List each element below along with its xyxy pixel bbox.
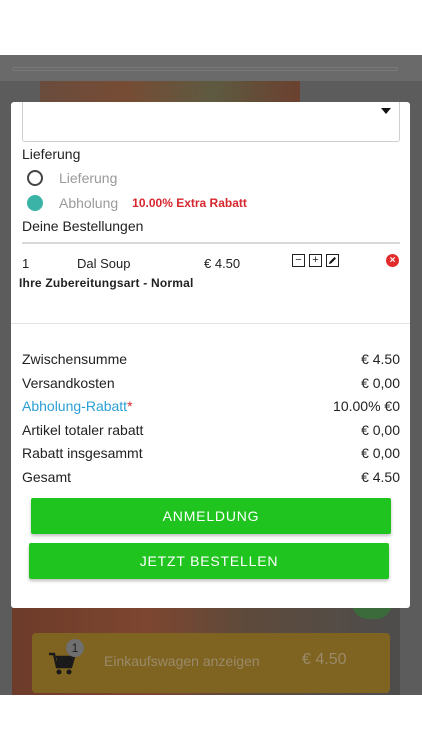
radio-option-abholung[interactable]: Abholung 10.00% Extra Rabatt — [27, 193, 247, 213]
radio-label-abholung: Abholung — [59, 195, 119, 211]
summary-row-pickup-discount: Abholung-Rabatt* 10.00% €0 — [22, 398, 400, 416]
summary-row-total: Gesamt € 4.50 — [22, 469, 400, 487]
edit-pencil-icon[interactable] — [326, 254, 339, 267]
summary-label: Zwischensumme — [22, 351, 128, 367]
order-item: 1 Dal Soup € 4.50 − + × — [22, 254, 400, 272]
caret-down-icon — [381, 108, 391, 114]
radio-unselected-icon[interactable] — [27, 170, 43, 186]
decrease-quantity-button[interactable]: − — [292, 254, 305, 267]
divider — [22, 242, 400, 244]
summary-row-shipping: Versandkosten € 0,00 — [22, 375, 400, 393]
required-asterisk: * — [127, 398, 133, 414]
summary-label: Artikel totaler rabatt — [22, 422, 144, 438]
radio-selected-icon[interactable] — [27, 195, 43, 211]
radio-option-lieferung[interactable]: Lieferung — [27, 168, 117, 188]
extra-discount-badge: 10.00% Extra Rabatt — [132, 196, 247, 210]
remove-item-icon[interactable]: × — [386, 254, 399, 267]
summary-value: € 0,00 — [361, 375, 400, 391]
summary-value: € 4.50 — [361, 469, 400, 485]
divider — [11, 323, 410, 324]
order-item-name: Dal Soup — [77, 256, 131, 271]
summary-value: 10.00% €0 — [333, 398, 400, 414]
summary-value: € 4.50 — [361, 351, 400, 367]
cart-count-badge: 1 — [66, 639, 84, 657]
dropdown-select[interactable] — [22, 102, 400, 142]
orders-section-label: Deine Bestellungen — [22, 218, 144, 234]
summary-label: Rabatt insgesammt — [22, 445, 143, 461]
order-now-button[interactable]: JETZT BESTELLEN — [29, 543, 389, 579]
summary-row-item-discount: Artikel totaler rabatt € 0,00 — [22, 422, 400, 440]
login-button[interactable]: ANMELDUNG — [31, 498, 391, 534]
increase-quantity-button[interactable]: + — [309, 254, 322, 267]
cart-total: € 4.50 — [302, 651, 347, 668]
order-modal: Lieferung Lieferung Abholung 10.00% Extr… — [11, 102, 410, 608]
background-header — [0, 55, 422, 81]
pickup-discount-link[interactable]: Abholung-Rabatt* — [22, 398, 133, 414]
view-cart-bar[interactable]: 1 Einkaufswagen anzeigen € 4.50 — [32, 633, 390, 693]
summary-value: € 0,00 — [361, 445, 400, 461]
view-cart-label: Einkaufswagen anzeigen — [104, 653, 260, 669]
summary-label: Versandkosten — [22, 375, 115, 391]
summary-label: Abholung-Rabatt — [22, 398, 128, 414]
delivery-section-label: Lieferung — [22, 146, 81, 162]
summary-row-total-discount: Rabatt insgesammt € 0,00 — [22, 445, 400, 463]
order-item-price: € 4.50 — [204, 256, 241, 271]
summary-label: Gesamt — [22, 469, 72, 485]
summary-row-subtotal: Zwischensumme € 4.50 — [22, 351, 400, 369]
order-item-qty: 1 — [22, 256, 30, 271]
summary-value: € 0,00 — [361, 422, 400, 438]
background-search-bar — [12, 67, 398, 71]
order-item-preparation: Ihre Zubereitungsart - Normal — [19, 276, 194, 290]
radio-label-lieferung: Lieferung — [59, 170, 118, 186]
screen: 1 Einkaufswagen anzeigen € 4.50 Lieferun… — [0, 0, 422, 750]
